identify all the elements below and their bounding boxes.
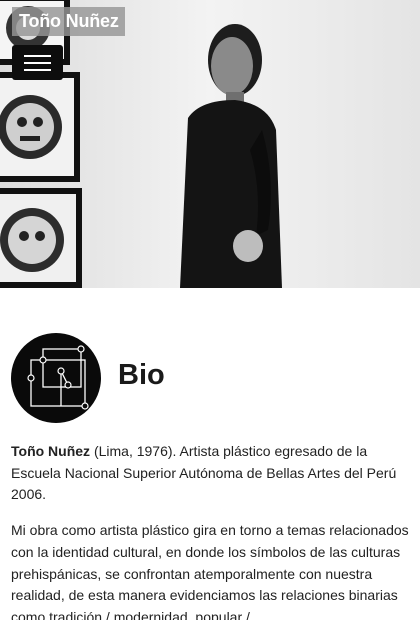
hero-image: [0, 0, 420, 288]
artist-name: Toño Nuñez: [11, 443, 91, 459]
hamburger-menu-button[interactable]: [12, 45, 63, 80]
bio-paragraph: Toño Nuñez (Lima, 1976). Artista plástic…: [11, 441, 411, 506]
menu-bar-icon: [24, 69, 51, 71]
menu-bar-icon: [24, 62, 51, 64]
bio-header: Bio: [11, 333, 409, 423]
bio-logo-icon: [11, 333, 101, 423]
bio-paragraph: Mi obra como artista plástico gira en to…: [11, 522, 409, 620]
menu-bar-icon: [24, 55, 51, 57]
site-title[interactable]: Toño Nuñez: [12, 7, 125, 36]
hero-photo: [0, 0, 420, 288]
bio-body: Toño Nuñez (Lima, 1976). Artista plástic…: [11, 441, 411, 620]
bio-title: Bio: [118, 359, 165, 391]
artwork-frame: [0, 72, 80, 182]
artwork-frame: [0, 188, 82, 288]
